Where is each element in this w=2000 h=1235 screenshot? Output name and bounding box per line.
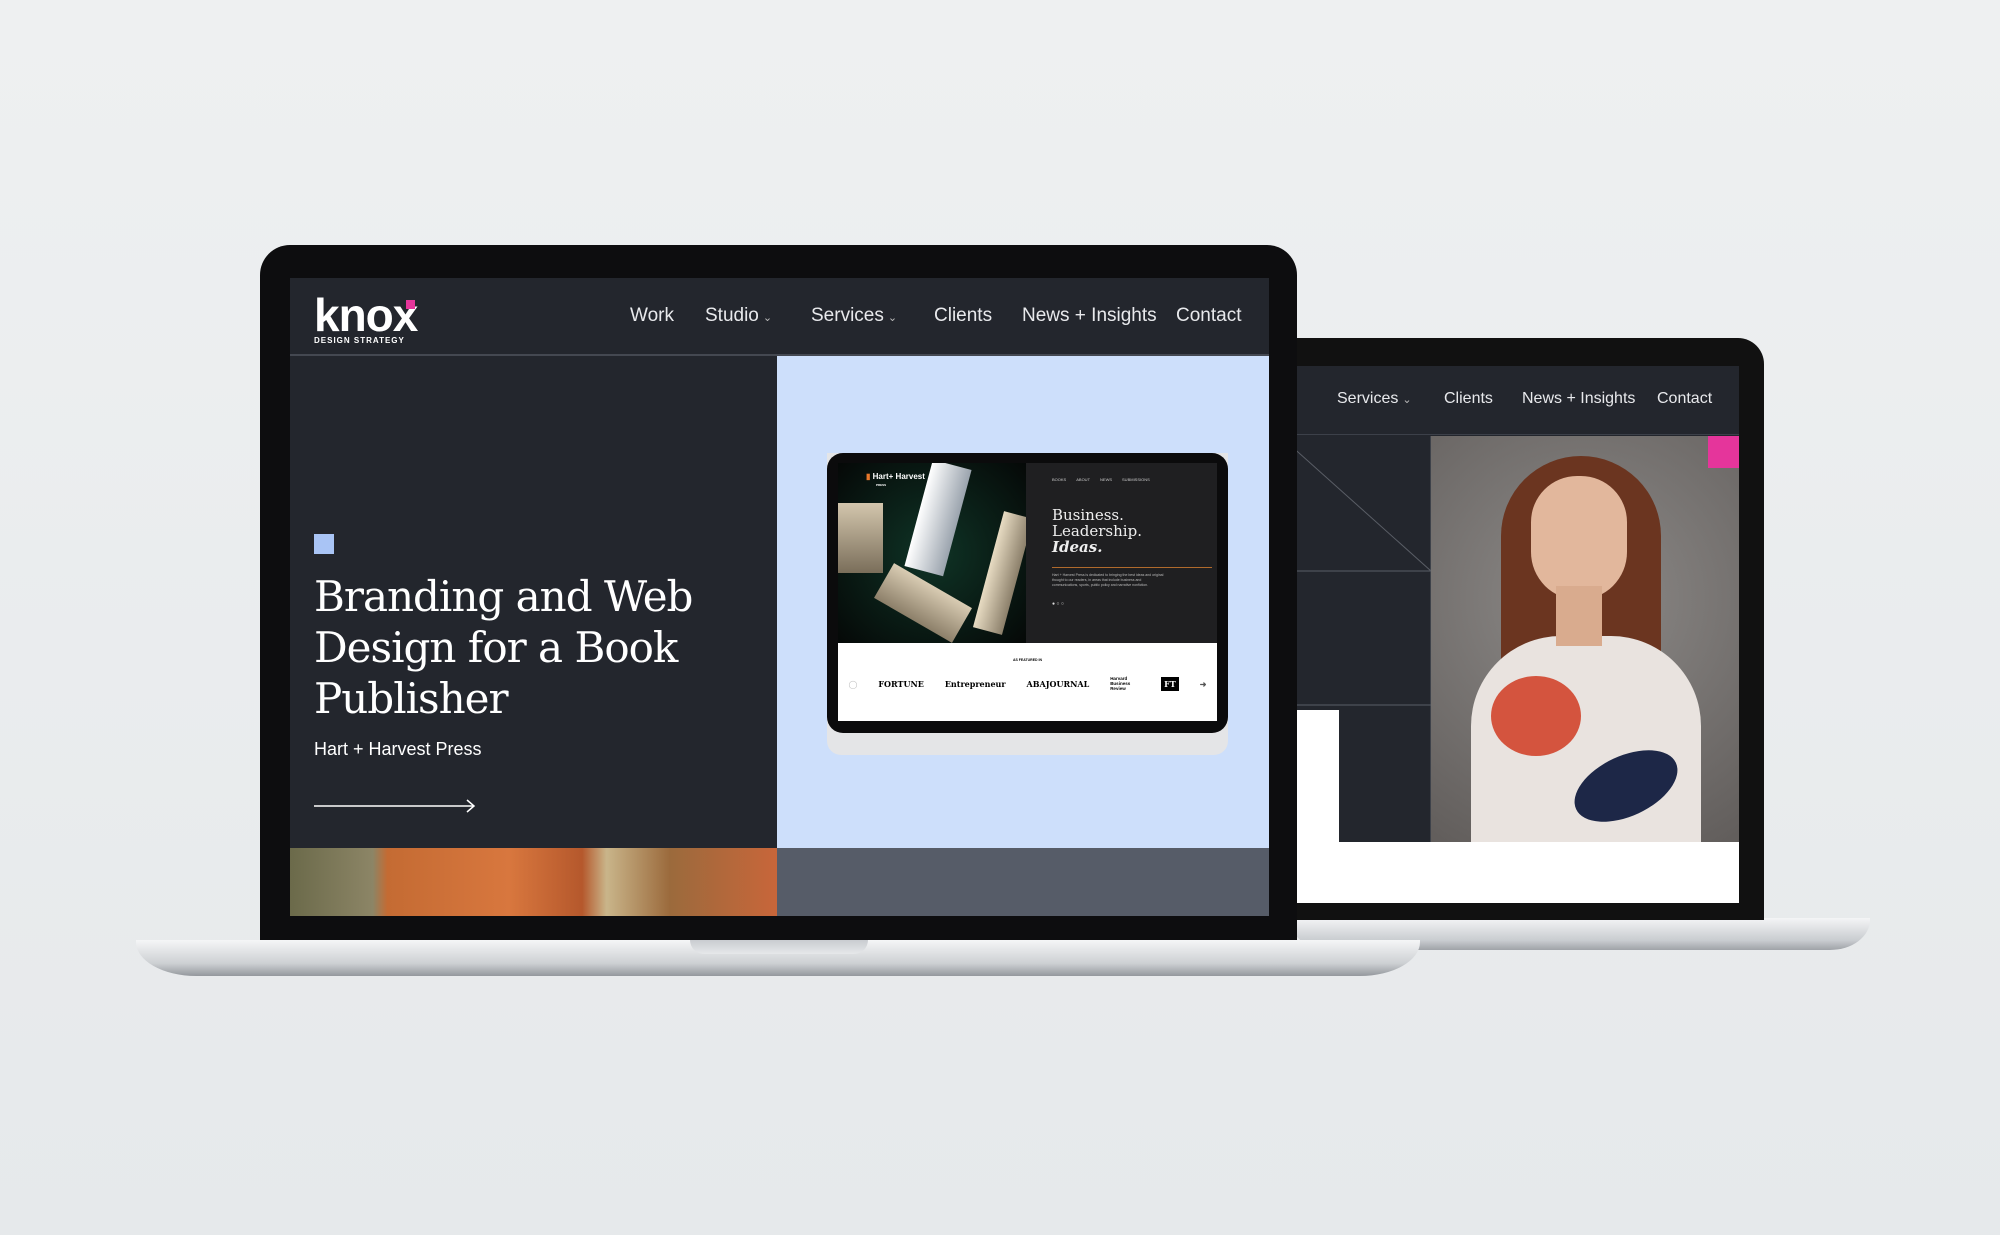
press-logo: Harvard Business Review [1110,676,1131,691]
label: Services [1337,390,1399,407]
hero-title-line: Design for a Book [314,623,678,672]
logo-accent [406,300,415,309]
knox-logo[interactable]: knox DESIGN STRATEGY [314,288,418,345]
portrait-photo [1431,436,1739,842]
front-laptop-screen: knox DESIGN STRATEGY Work Studio ⌄ Servic… [290,278,1269,916]
logo-wordmark: knox [314,289,418,341]
headline-line: Leadership. [1052,522,1142,540]
front-laptop-notch [690,940,868,954]
gray-strip [777,848,1269,916]
back-nav: Services ⌄ Clients News + Insights Contac… [1280,366,1739,435]
front-nav: knox DESIGN STRATEGY Work Studio ⌄ Servic… [290,278,1269,356]
nav-contact[interactable]: Contact [1176,305,1241,327]
logo-tagline: DESIGN STRATEGY [314,336,405,345]
back-nav-services[interactable]: Services ⌄ [1337,390,1412,408]
back-nav-contact[interactable]: Contact [1657,390,1712,408]
press-logo: FORTUNE [878,678,924,689]
hero-title-line: Publisher [314,674,509,723]
hero-image-panel: ▮ Hart+ Harvest PRESS BOOKS ABOUT NEWS SUBMI… [777,356,1269,848]
nav-news-insights[interactable]: News + Insights [1022,305,1157,327]
nav-studio[interactable]: Studio ⌄ [705,305,772,327]
headline-line: Ideas. [1052,538,1103,556]
nav-clients[interactable]: Clients [934,305,992,327]
press-logo: ABAJOURNAL [1026,678,1090,689]
arrow-left-icon[interactable]: ◯ [848,679,857,689]
tablet-screen: ▮ Hart+ Harvest PRESS BOOKS ABOUT NEWS SUBMI… [838,463,1217,721]
label: Studio [705,305,759,326]
hero-title: Branding and Web Design for a Book Publi… [314,571,693,724]
tablet-bezel: ▮ Hart+ Harvest PRESS BOOKS ABOUT NEWS SUBMI… [827,453,1228,733]
tablet-logo-sub: PRESS [876,483,887,487]
accent-square [1708,436,1739,468]
white-footer [1280,842,1739,903]
tablet-logo-text: Hart+ Harvest [872,472,925,481]
arrow-right-icon[interactable]: ➜ [1200,679,1207,689]
tablet-nav-item[interactable]: ABOUT [1076,477,1090,482]
featured-label: AS FEATURED IN [1012,658,1043,662]
tablet-nav-item[interactable]: SUBMISSIONS [1122,477,1150,482]
headline-line: Business. [1052,506,1124,524]
hero-client: Hart + Harvest Press [314,739,482,759]
books-photo [838,463,1026,643]
tablet-logo: ▮ Hart+ Harvest PRESS [866,472,925,488]
divider [1052,567,1212,568]
tablet-nav: BOOKS ABOUT NEWS SUBMISSIONS [1052,477,1150,482]
tablet-headline: Business. Leadership. Ideas. [1052,507,1142,555]
back-nav-clients[interactable]: Clients [1444,390,1493,408]
painting-strip [290,848,777,916]
carousel-dots[interactable]: ● ○ ○ [1052,601,1064,607]
chevron-down-icon: ⌄ [1402,394,1412,406]
chevron-down-icon: ⌄ [762,312,773,324]
tablet-body: Hart + Harvest Press is dedicated to bri… [1052,573,1164,587]
back-laptop-screen: Services ⌄ Clients News + Insights Contac… [1280,366,1739,903]
featured-strip: AS FEATURED IN ◯ FORTUNE Entrepreneur AB… [838,643,1217,721]
nav-work[interactable]: Work [630,305,674,327]
back-nav-news[interactable]: News + Insights [1522,390,1635,408]
press-logo: Entrepreneur [944,678,1006,689]
hero-accent-square [314,534,334,554]
hero-title-line: Branding and Web [314,572,693,621]
tablet-nav-item[interactable]: NEWS [1100,477,1112,482]
arrow-right-icon[interactable] [314,798,478,814]
nav-services[interactable]: Services ⌄ [811,305,897,327]
tablet-nav-item[interactable]: BOOKS [1052,477,1066,482]
label: Services [811,305,884,326]
press-logo: FT [1161,676,1179,691]
chevron-down-icon: ⌄ [887,312,898,324]
